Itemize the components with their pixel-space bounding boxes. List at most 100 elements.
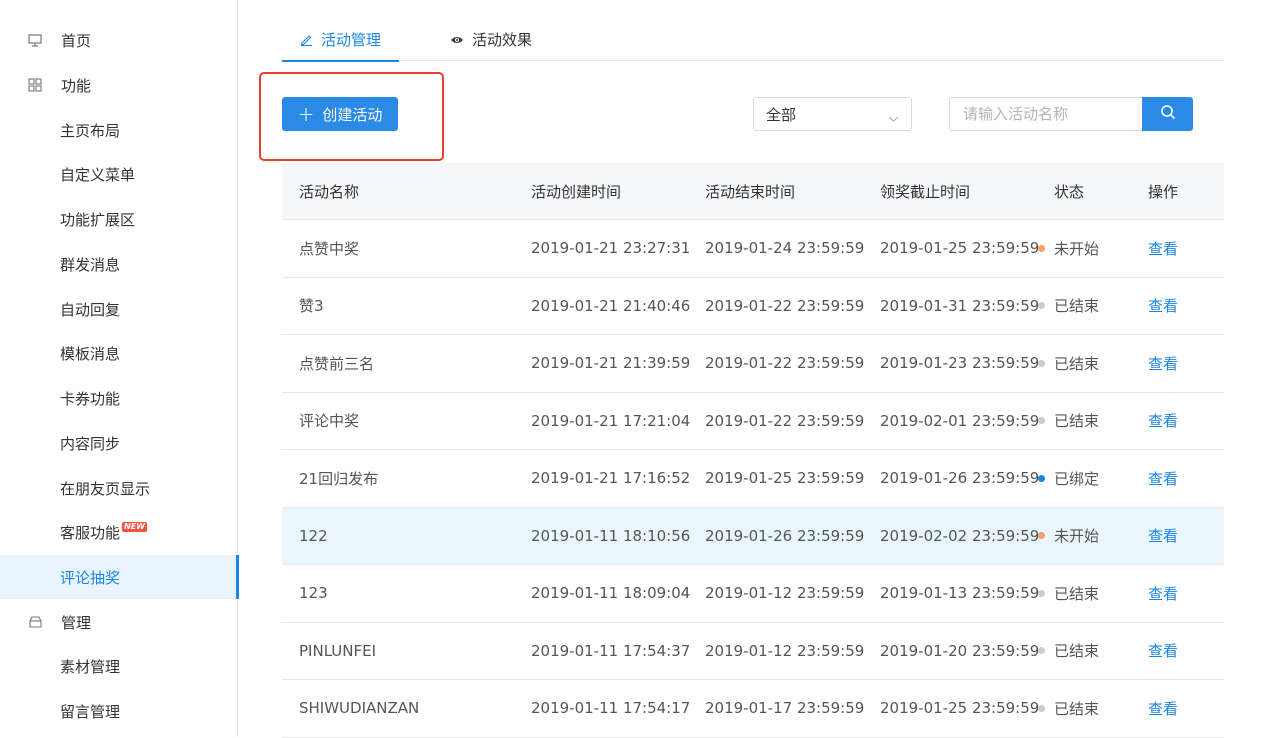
- end-time: 2019-01-22 23:59:59: [705, 296, 865, 315]
- view-cell: 查看: [1148, 220, 1178, 277]
- status-text: 未开始: [1054, 239, 1100, 258]
- view-cell: 查看: [1148, 393, 1178, 450]
- created-time: 2019-01-11 17:54:37: [531, 641, 691, 660]
- sidebar-item-content-sync[interactable]: 内容同步: [0, 421, 238, 465]
- deadline-time: 2019-01-13 23:59:59: [880, 584, 1040, 603]
- view-link[interactable]: 查看: [1148, 525, 1178, 546]
- status-text: 未开始: [1054, 527, 1100, 546]
- status-filter-select[interactable]: 全部: [753, 97, 912, 131]
- new-badge: NEW: [122, 522, 147, 532]
- sidebar-item-customer-service[interactable]: 客服功能 NEW: [0, 510, 238, 554]
- view-cell: 查看: [1148, 508, 1178, 565]
- view-link[interactable]: 查看: [1148, 353, 1178, 374]
- created-time: 2019-01-11 18:10:56: [531, 526, 691, 545]
- tab-label: 活动效果: [472, 31, 533, 49]
- column-header-status: 状态: [1054, 182, 1085, 201]
- view-cell: 查看: [1148, 565, 1178, 622]
- tab-activity-management[interactable]: 活动管理: [282, 18, 399, 62]
- status-text: 已结束: [1054, 297, 1100, 316]
- activity-name: 点赞中奖: [299, 239, 360, 258]
- sidebar-item-label: 在朋友页显示: [60, 479, 151, 498]
- sidebar-item-coupons[interactable]: 卡券功能: [0, 376, 238, 420]
- sidebar-item-auto-reply[interactable]: 自动回复: [0, 287, 238, 331]
- sidebar-item-materials[interactable]: 素材管理: [0, 644, 238, 688]
- sidebar-item-label: 留言管理: [60, 702, 121, 721]
- sidebar-item-friends-page[interactable]: 在朋友页显示: [0, 466, 238, 510]
- table-row[interactable]: 赞3 2019-01-21 21:40:46 2019-01-22 23:59:59…: [282, 278, 1224, 335]
- search-input[interactable]: [949, 97, 1143, 131]
- table-row[interactable]: 21回归发布 2019-01-21 17:16:52 2019-01-25 23:5…: [282, 450, 1224, 508]
- sidebar-item-features[interactable]: 功能: [0, 63, 238, 107]
- table-row[interactable]: 122 2019-01-11 18:10:56 2019-01-26 23:59:5…: [282, 507, 1224, 565]
- end-time: 2019-01-22 23:59:59: [705, 354, 865, 373]
- activity-name: 点赞前三名: [299, 354, 375, 373]
- tab-activity-effect[interactable]: 活动效果: [450, 18, 532, 61]
- sidebar-item-home[interactable]: 首页: [0, 18, 238, 62]
- created-time: 2019-01-21 21:39:59: [531, 354, 691, 373]
- sidebar-item-mass-message[interactable]: 群发消息: [0, 242, 238, 286]
- sidebar-item-label: 评论抽奖: [60, 568, 121, 587]
- created-time: 2019-01-11 18:09:04: [531, 584, 691, 603]
- sidebar: 首页 功能 主页布局 自定义菜单 功能扩展区 群发消息 自动回复 模板消息 卡券…: [0, 0, 239, 737]
- view-link[interactable]: 查看: [1148, 468, 1178, 489]
- table-row[interactable]: 评论中奖 2019-01-21 17:21:04 2019-01-22 23:59:…: [282, 393, 1224, 450]
- plus-icon: +: [297, 102, 315, 126]
- search-icon: [1160, 104, 1176, 124]
- created-time: 2019-01-11 17:54:17: [531, 699, 691, 718]
- sidebar-item-management[interactable]: 管理: [0, 600, 238, 644]
- sidebar-item-extension-area[interactable]: 功能扩展区: [0, 197, 238, 241]
- sidebar-item-home-layout[interactable]: 主页布局: [0, 108, 238, 152]
- sidebar-item-label: 群发消息: [60, 255, 121, 274]
- sidebar-item-custom-menu[interactable]: 自定义菜单: [0, 152, 238, 196]
- view-link[interactable]: 查看: [1148, 583, 1178, 604]
- search-button[interactable]: [1142, 97, 1193, 131]
- table-row[interactable]: 123 2019-01-11 18:09:04 2019-01-12 23:59:5…: [282, 565, 1224, 623]
- view-cell: 查看: [1148, 278, 1178, 335]
- status-dot: [1038, 417, 1045, 425]
- status-dot: [1038, 647, 1045, 655]
- table-row[interactable]: PINLUNFEI 2019-01-11 17:54:37 2019-01-12 2…: [282, 623, 1224, 680]
- sidebar-item-label: 自定义菜单: [60, 165, 136, 184]
- sidebar-item-label: 功能扩展区: [60, 210, 136, 229]
- eye-icon: [450, 35, 464, 45]
- view-link[interactable]: 查看: [1148, 295, 1178, 316]
- activity-name: 赞3: [299, 297, 324, 316]
- activity-name: SHIWUDIANZAN: [299, 699, 420, 718]
- activity-name: 评论中奖: [299, 412, 360, 431]
- deadline-time: 2019-01-23 23:59:59: [880, 354, 1040, 373]
- column-header-end: 活动结束时间: [705, 182, 796, 201]
- view-link[interactable]: 查看: [1148, 410, 1178, 431]
- view-link[interactable]: 查看: [1148, 238, 1178, 259]
- status-dot: [1038, 474, 1045, 482]
- table-row[interactable]: 点赞中奖 2019-01-21 23:27:31 2019-01-24 23:59:…: [282, 220, 1224, 278]
- create-activity-button[interactable]: + 创建活动: [282, 97, 398, 131]
- status-text: 已结束: [1054, 354, 1100, 373]
- table-row[interactable]: 点赞前三名 2019-01-21 21:39:59 2019-01-22 23:59…: [282, 335, 1224, 393]
- sidebar-item-comment-lottery[interactable]: 评论抽奖: [0, 555, 239, 599]
- box-icon: [27, 614, 43, 630]
- sidebar-item-label: 客服功能: [60, 523, 121, 542]
- sidebar-item-messages[interactable]: 留言管理: [0, 689, 238, 733]
- view-cell: 查看: [1148, 450, 1178, 507]
- created-time: 2019-01-21 23:27:31: [531, 239, 691, 258]
- status-text: 已结束: [1054, 642, 1100, 661]
- table-row[interactable]: SHIWUDIANZAN 2019-01-11 17:54:17 2019-01-1…: [282, 680, 1224, 738]
- end-time: 2019-01-12 23:59:59: [705, 641, 865, 660]
- tab-bar: 活动管理 活动效果: [282, 18, 1224, 62]
- activity-name: 21回归发布: [299, 469, 379, 488]
- grid-icon: [27, 77, 43, 93]
- status-text: 已结束: [1054, 699, 1100, 718]
- status-dot: [1038, 302, 1045, 310]
- create-activity-label: 创建活动: [322, 105, 383, 124]
- sidebar-item-template-message[interactable]: 模板消息: [0, 331, 238, 375]
- view-link[interactable]: 查看: [1148, 698, 1178, 719]
- sidebar-item-label: 自动回复: [60, 300, 121, 319]
- sidebar-item-label: 功能: [61, 76, 92, 95]
- deadline-time: 2019-02-02 23:59:59: [880, 526, 1040, 545]
- deadline-time: 2019-02-01 23:59:59: [880, 411, 1040, 430]
- status-cell: 已结束: [1038, 335, 1099, 392]
- monitor-icon: [27, 32, 43, 48]
- sidebar-item-label: 素材管理: [60, 657, 121, 676]
- activity-name: PINLUNFEI: [299, 641, 377, 660]
- view-link[interactable]: 查看: [1148, 640, 1178, 661]
